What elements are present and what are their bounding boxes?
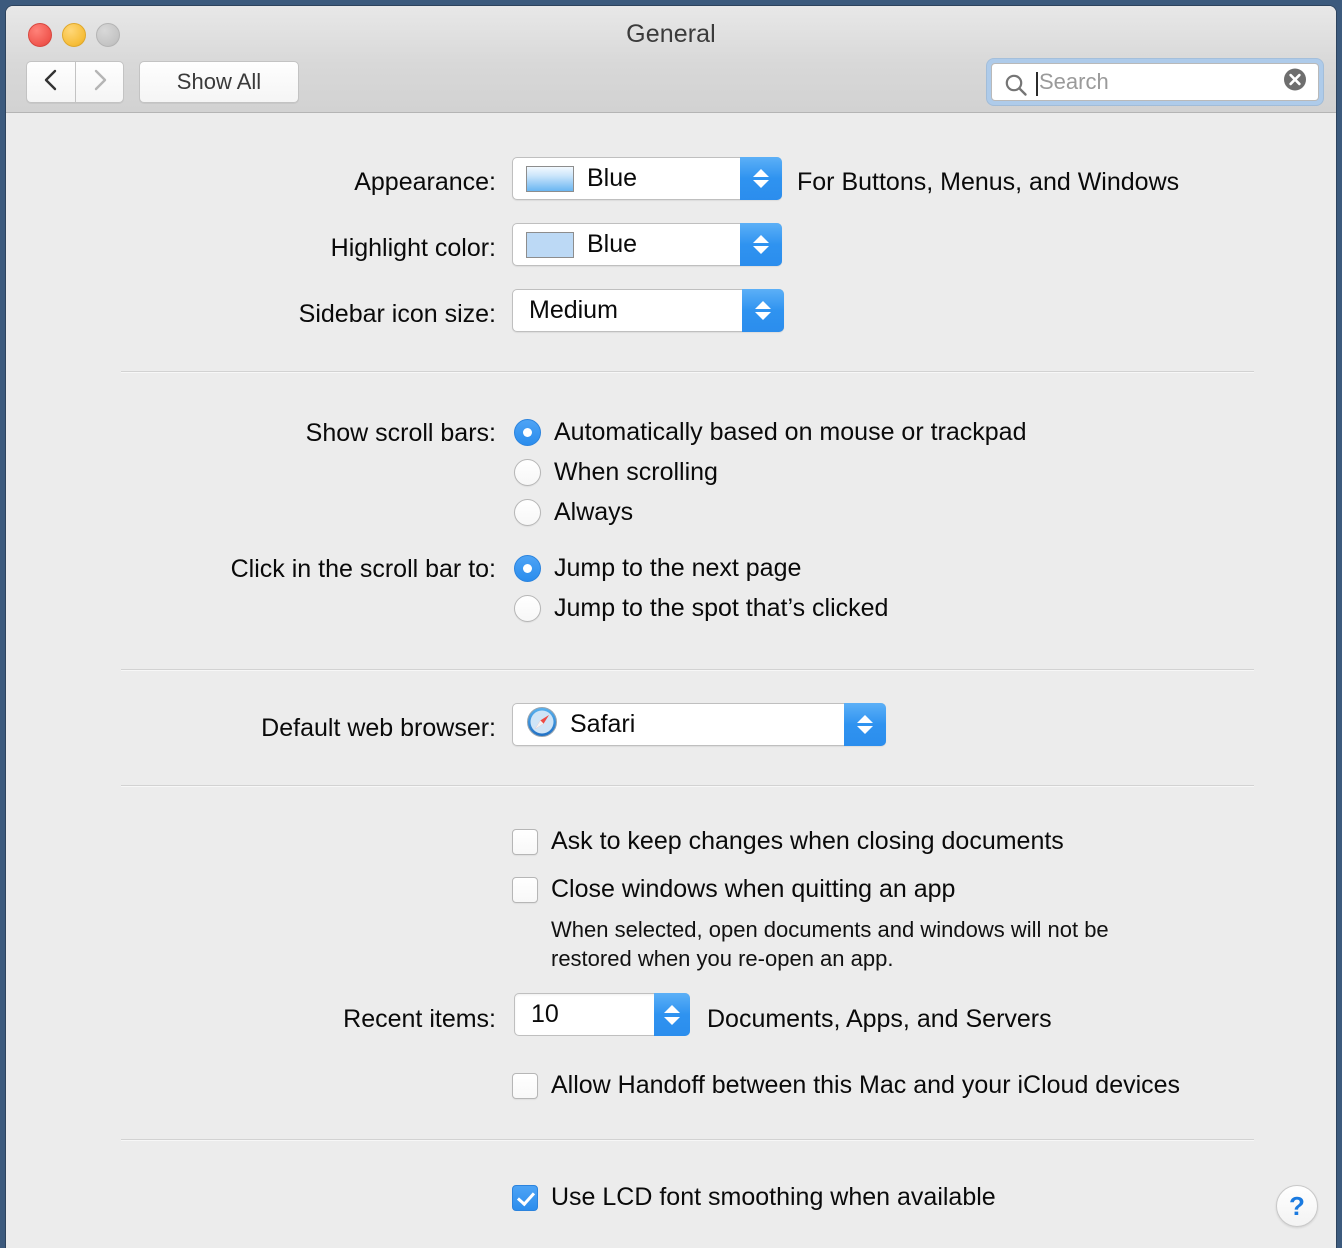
radio-label: Automatically based on mouse or trackpad [554, 418, 1027, 446]
checkbox-allow-handoff[interactable]: Allow Handoff between this Mac and your … [512, 1071, 1180, 1100]
sidebar-icon-size-popup-button[interactable]: Medium [512, 289, 784, 332]
radio-indicator-selected [514, 419, 541, 446]
chevron-up-icon [857, 715, 873, 723]
checkbox-label: Allow Handoff between this Mac and your … [551, 1071, 1181, 1099]
appearance-stepper-icon[interactable] [740, 157, 782, 200]
search-text-caret [1036, 72, 1038, 96]
recent-items-note: Documents, Apps, and Servers [707, 1005, 1052, 1033]
safari-icon [526, 706, 558, 743]
highlight-color-swatch [526, 231, 574, 258]
chevron-up-icon [753, 169, 769, 177]
radio-label: When scrolling [554, 458, 718, 486]
recent-items-stepper[interactable]: 10 [514, 993, 690, 1036]
system-preferences-window: General Show All Search Appearance: Blue… [6, 6, 1336, 1248]
radio-click-next-page[interactable]: Jump to the next page [514, 554, 801, 583]
radio-scrollbars-when-scrolling[interactable]: When scrolling [514, 458, 718, 487]
checkbox-indicator-unchecked [512, 1072, 538, 1099]
default-web-browser-label: Default web browser: [261, 714, 496, 742]
section-divider-2 [121, 669, 1254, 670]
radio-indicator-unselected [514, 595, 541, 622]
chevron-up-icon [753, 235, 769, 243]
chevron-down-icon [753, 180, 769, 188]
window-titlebar: General Show All Search [6, 6, 1336, 113]
appearance-note: For Buttons, Menus, and Windows [797, 168, 1180, 196]
checkbox-label: Use LCD font smoothing when available [551, 1183, 996, 1211]
highlight-color-stepper-icon[interactable] [740, 223, 782, 266]
highlight-color-popup-button[interactable]: Blue [512, 223, 782, 266]
search-input[interactable]: Search [991, 63, 1319, 101]
recent-items-value: 10 [531, 1000, 559, 1028]
section-divider-3 [121, 785, 1254, 786]
chevron-down-icon [857, 726, 873, 734]
checkbox-close-windows-quitting[interactable]: Close windows when quitting an app [512, 875, 955, 904]
close-windows-help-text: When selected, open documents and window… [551, 917, 1109, 971]
checkbox-indicator-unchecked [512, 828, 538, 855]
appearance-popup-button[interactable]: Blue [512, 157, 782, 200]
radio-indicator-selected [514, 555, 541, 582]
radio-scrollbars-always[interactable]: Always [514, 498, 633, 527]
chevron-down-icon [664, 1016, 680, 1025]
default-web-browser-stepper-icon[interactable] [844, 703, 886, 746]
forward-button[interactable] [75, 61, 124, 103]
chevron-down-icon [753, 246, 769, 254]
back-button[interactable] [26, 61, 75, 103]
default-web-browser-popup-button[interactable]: Safari [512, 703, 886, 746]
chevron-up-icon [755, 301, 771, 309]
chevron-left-icon [43, 68, 59, 97]
recent-items-label: Recent items: [343, 1005, 496, 1033]
checkbox-lcd-font-smoothing[interactable]: Use LCD font smoothing when available [512, 1183, 996, 1212]
search-icon [1003, 72, 1029, 103]
window-title: General [626, 20, 716, 48]
appearance-color-swatch [526, 165, 574, 192]
radio-indicator-unselected [514, 459, 541, 486]
radio-click-spot-clicked[interactable]: Jump to the spot that’s clicked [514, 594, 888, 623]
chevron-right-icon [92, 68, 108, 97]
highlight-color-label: Highlight color: [330, 234, 496, 262]
checkbox-indicator-checked [512, 1184, 538, 1211]
radio-scrollbars-automatic[interactable]: Automatically based on mouse or trackpad [514, 418, 1026, 447]
highlight-color-value: Blue [587, 230, 638, 258]
chevron-up-icon [664, 1004, 680, 1013]
appearance-value: Blue [587, 164, 638, 192]
sidebar-icon-size-value: Medium [529, 296, 618, 324]
show-scroll-bars-label: Show scroll bars: [305, 419, 496, 447]
radio-indicator-unselected [514, 499, 541, 526]
sidebar-icon-size-label: Sidebar icon size: [298, 300, 496, 328]
checkbox-ask-keep-changes[interactable]: Ask to keep changes when closing documen… [512, 827, 1064, 856]
preferences-content: Appearance: Blue For Buttons, Menus, and… [6, 113, 1336, 1247]
help-button[interactable]: ? [1276, 1185, 1318, 1227]
checkbox-label: Close windows when quitting an app [551, 875, 956, 903]
recent-items-stepper-icon[interactable] [654, 993, 690, 1036]
radio-label: Always [554, 498, 634, 526]
radio-label: Jump to the next page [554, 554, 802, 582]
search-field-focus-ring: Search [987, 59, 1323, 105]
click-scroll-bar-label: Click in the scroll bar to: [230, 555, 496, 583]
clear-icon[interactable] [1282, 67, 1308, 98]
checkbox-indicator-unchecked [512, 876, 538, 903]
sidebar-icon-size-stepper-icon[interactable] [742, 289, 784, 332]
radio-label: Jump to the spot that’s clicked [554, 594, 889, 622]
section-divider-1 [121, 371, 1254, 372]
chevron-down-icon [755, 312, 771, 320]
checkbox-label: Ask to keep changes when closing documen… [551, 827, 1064, 855]
search-placeholder: Search [1039, 69, 1109, 94]
show-all-button[interactable]: Show All [139, 61, 299, 103]
section-divider-4 [121, 1139, 1254, 1140]
navigation-button-group [26, 61, 124, 103]
default-web-browser-value: Safari [570, 710, 636, 738]
appearance-label: Appearance: [354, 168, 496, 196]
